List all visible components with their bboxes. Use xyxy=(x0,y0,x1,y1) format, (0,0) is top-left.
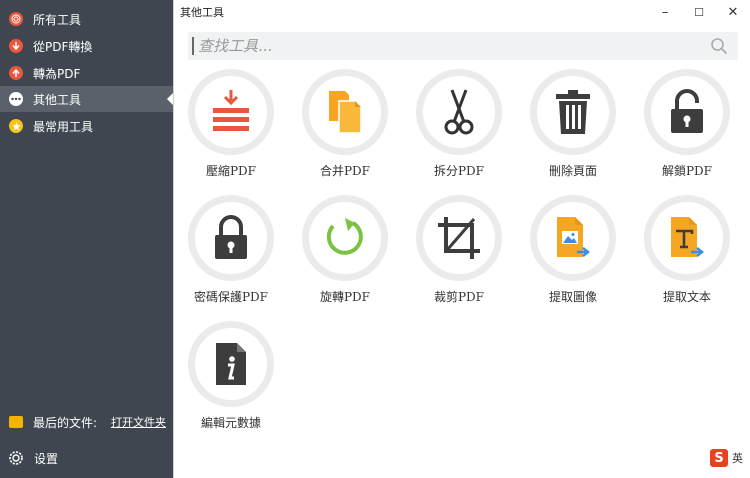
tool-label: 合并PDF xyxy=(319,164,371,178)
title-bar: 其他工具 – ☐ ✕ xyxy=(174,0,750,24)
tool-label: 旋轉PDF xyxy=(319,290,371,304)
sidebar-item-other-tools[interactable]: 其他工具 xyxy=(0,86,173,112)
ime-language: 英 xyxy=(732,452,743,465)
tool-split-pdf[interactable]: 拆分PDF xyxy=(409,69,509,189)
settings-button[interactable]: 设置 xyxy=(0,446,173,470)
extract-image-icon xyxy=(557,217,591,257)
tool-label: 拆分PDF xyxy=(433,164,485,178)
tool-extract-text[interactable]: 提取文本 xyxy=(637,195,737,315)
recent-files: 最后的文件: 打开文件夹 xyxy=(0,410,173,434)
sidebar-item-all-tools[interactable]: 所有工具 xyxy=(0,6,173,32)
crop-icon xyxy=(438,217,480,259)
sidebar-item-label: 所有工具 xyxy=(33,12,82,27)
folder-icon xyxy=(9,416,23,428)
maximize-button[interactable]: ☐ xyxy=(682,0,716,24)
open-folder-link[interactable]: 打开文件夹 xyxy=(111,414,166,430)
tool-compress-pdf[interactable]: 壓縮PDF xyxy=(181,69,281,189)
search-bar xyxy=(188,32,738,60)
sogou-logo-icon: S xyxy=(710,449,728,467)
ime-indicator[interactable]: S 英 xyxy=(710,446,750,470)
target-icon xyxy=(9,12,23,26)
merge-icon xyxy=(329,91,362,134)
sidebar-item-label: 其他工具 xyxy=(33,92,82,107)
tool-label: 裁剪PDF xyxy=(433,290,485,304)
arrow-up-icon xyxy=(9,66,23,80)
sidebar-item-most-used[interactable]: 最常用工具 xyxy=(0,113,173,139)
sidebar-item-to-pdf[interactable]: 轉為PDF xyxy=(0,60,173,86)
info-document-icon xyxy=(216,343,246,385)
tool-label: 提取圖像 xyxy=(548,290,597,304)
tool-label: 刪除頁面 xyxy=(548,164,597,178)
tool-crop-pdf[interactable]: 裁剪PDF xyxy=(409,195,509,315)
tool-merge-pdf[interactable]: 合并PDF xyxy=(295,69,395,189)
search-icon[interactable] xyxy=(710,37,728,55)
tool-password-protect-pdf[interactable]: 密碼保護PDF xyxy=(181,195,281,315)
sidebar-item-label: 最常用工具 xyxy=(33,119,94,134)
settings-label: 设置 xyxy=(34,451,59,466)
close-button[interactable]: ✕ xyxy=(716,0,750,24)
tool-label: 編輯元數據 xyxy=(200,416,261,430)
main-panel: 其他工具 – ☐ ✕ 壓縮PDF xyxy=(173,0,750,478)
sidebar-item-from-pdf[interactable]: 從PDF轉換 xyxy=(0,33,173,59)
minimize-button[interactable]: – xyxy=(648,0,682,24)
tool-label: 解鎖PDF xyxy=(661,164,713,178)
sidebar: 所有工具 從PDF轉換 轉為PDF 其他工具 最常用工具 最后的文件: 打开文件… xyxy=(0,0,173,478)
tool-extract-images[interactable]: 提取圖像 xyxy=(523,195,623,315)
rotate-icon xyxy=(326,218,363,255)
sidebar-item-label: 轉為PDF xyxy=(33,66,81,81)
extract-text-icon xyxy=(671,217,705,257)
tool-label: 提取文本 xyxy=(662,290,711,304)
unlock-icon xyxy=(671,89,703,133)
trash-icon xyxy=(556,90,590,134)
compress-icon xyxy=(213,90,249,131)
tool-label: 壓縮PDF xyxy=(205,164,257,178)
tool-label: 密碼保護PDF xyxy=(193,290,269,304)
tool-delete-pages[interactable]: 刪除頁面 xyxy=(523,69,623,189)
tool-rotate-pdf[interactable]: 旋轉PDF xyxy=(295,195,395,315)
tool-unlock-pdf[interactable]: 解鎖PDF xyxy=(637,69,737,189)
lock-icon xyxy=(215,215,247,259)
recent-files-label: 最后的文件: xyxy=(33,415,98,430)
window-title: 其他工具 xyxy=(180,6,224,19)
star-icon xyxy=(9,119,23,133)
sidebar-item-label: 從PDF轉換 xyxy=(33,39,93,54)
search-bar-accent xyxy=(192,37,194,55)
scissors-icon xyxy=(444,89,474,135)
arrow-down-icon xyxy=(9,39,23,53)
search-input[interactable] xyxy=(198,37,698,55)
more-icon xyxy=(9,92,23,106)
tool-edit-metadata[interactable]: 編輯元數據 xyxy=(181,321,281,441)
gear-icon xyxy=(9,451,23,465)
